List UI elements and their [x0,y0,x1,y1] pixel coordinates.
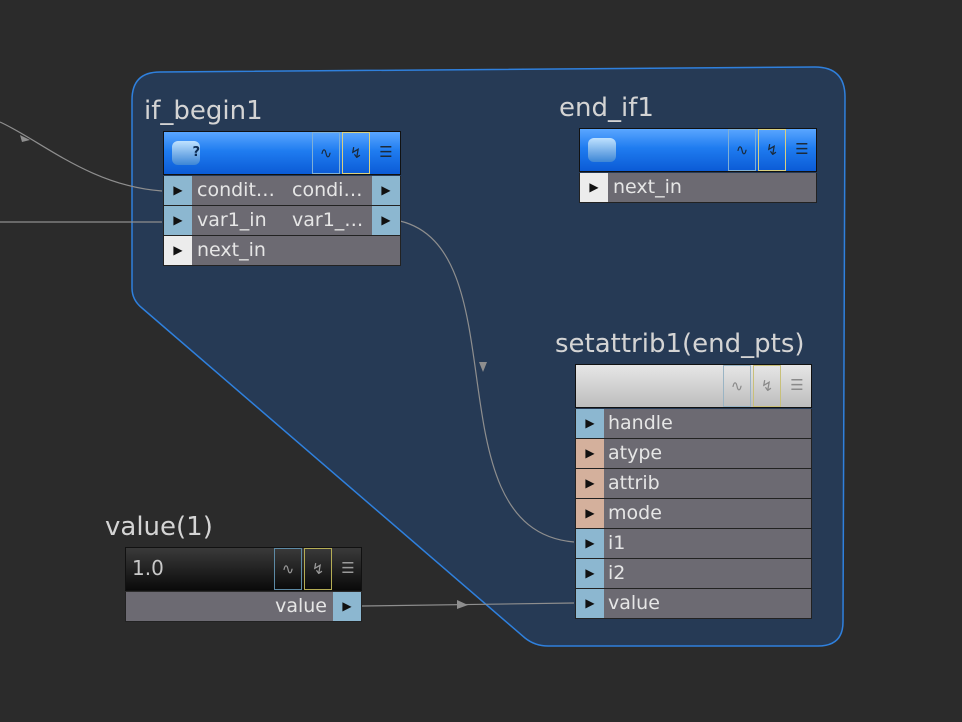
input-port[interactable]: ▶ [576,499,604,528]
port-row: ▶ attrib [575,469,812,499]
input-label: mode [608,502,662,524]
node-menu-icon[interactable]: ☰ [783,365,811,407]
input-label: next_in [613,176,682,198]
input-port[interactable]: ▶ [580,173,608,202]
input-label: i2 [608,562,626,584]
debug-flag-icon[interactable]: ↯ [753,365,781,407]
wire-arrow [457,600,468,609]
input-port[interactable]: ▶ [576,589,604,618]
input-label: var1_in [197,209,267,231]
bypass-flag-icon[interactable]: ∿ [312,132,340,174]
port-row: value ▶ [125,592,362,622]
node-title-value[interactable]: value(1) [105,512,213,542]
output-port[interactable]: ▶ [372,176,400,205]
if-block-end-icon [588,138,616,162]
value-display: 1.0 [132,556,164,580]
output-port[interactable]: ▶ [333,592,361,621]
input-port[interactable]: ▶ [576,469,604,498]
port-row: ▶ i2 [575,559,812,589]
node-title-end-if[interactable]: end_if1 [559,93,654,123]
output-label: var1_… [292,209,364,231]
input-port[interactable]: ▶ [576,529,604,558]
input-port[interactable]: ▶ [576,409,604,438]
output-label: value [275,595,327,617]
input-label: condit… [197,179,275,201]
if-block-begin-icon: ? [172,141,200,165]
input-label: value [608,592,660,614]
input-port[interactable]: ▶ [576,559,604,588]
node-header[interactable]: 1.0 ∿ ↯ ☰ [125,547,362,591]
input-port[interactable]: ▶ [164,236,192,265]
output-port[interactable]: ▶ [372,206,400,235]
debug-flag-icon[interactable]: ↯ [342,132,370,174]
input-port[interactable]: ▶ [164,176,192,205]
input-port[interactable]: ▶ [576,439,604,468]
node-menu-icon[interactable]: ☰ [334,548,362,590]
node-menu-icon[interactable]: ☰ [788,129,816,171]
bypass-flag-icon[interactable]: ∿ [723,365,751,407]
node-menu-icon[interactable]: ☰ [372,132,400,174]
input-label: attrib [608,472,660,494]
port-row: ▶ i1 [575,529,812,559]
node-title-setattrib[interactable]: setattrib1(end_pts) [555,329,805,359]
input-label: i1 [608,532,626,554]
node-title-if-begin[interactable]: if_begin1 [144,96,263,126]
bypass-flag-icon[interactable]: ∿ [274,548,302,590]
port-row: ▶ next_in [163,236,401,266]
node-header[interactable]: ? ∿ ↯ ☰ [163,131,401,175]
input-label: atype [608,442,663,464]
node-header[interactable]: ∿ ↯ ☰ [579,128,817,172]
input-label: handle [608,412,673,434]
input-label: next_in [197,239,266,261]
port-row: ▶ atype [575,439,812,469]
port-row: ▶ handle [575,409,812,439]
node-header[interactable]: ∿ ↯ ☰ [575,364,812,408]
port-row: ▶ mode [575,499,812,529]
input-port[interactable]: ▶ [164,206,192,235]
port-row: ▶ value [575,589,812,619]
debug-flag-icon[interactable]: ↯ [758,129,786,171]
debug-flag-icon[interactable]: ↯ [304,548,332,590]
port-row: ▶ var1_in var1_… ▶ [163,206,401,236]
port-row: ▶ next_in [579,173,817,203]
port-row: ▶ condit… condi… ▶ [163,176,401,206]
output-label: condi… [292,179,363,201]
bypass-flag-icon[interactable]: ∿ [728,129,756,171]
